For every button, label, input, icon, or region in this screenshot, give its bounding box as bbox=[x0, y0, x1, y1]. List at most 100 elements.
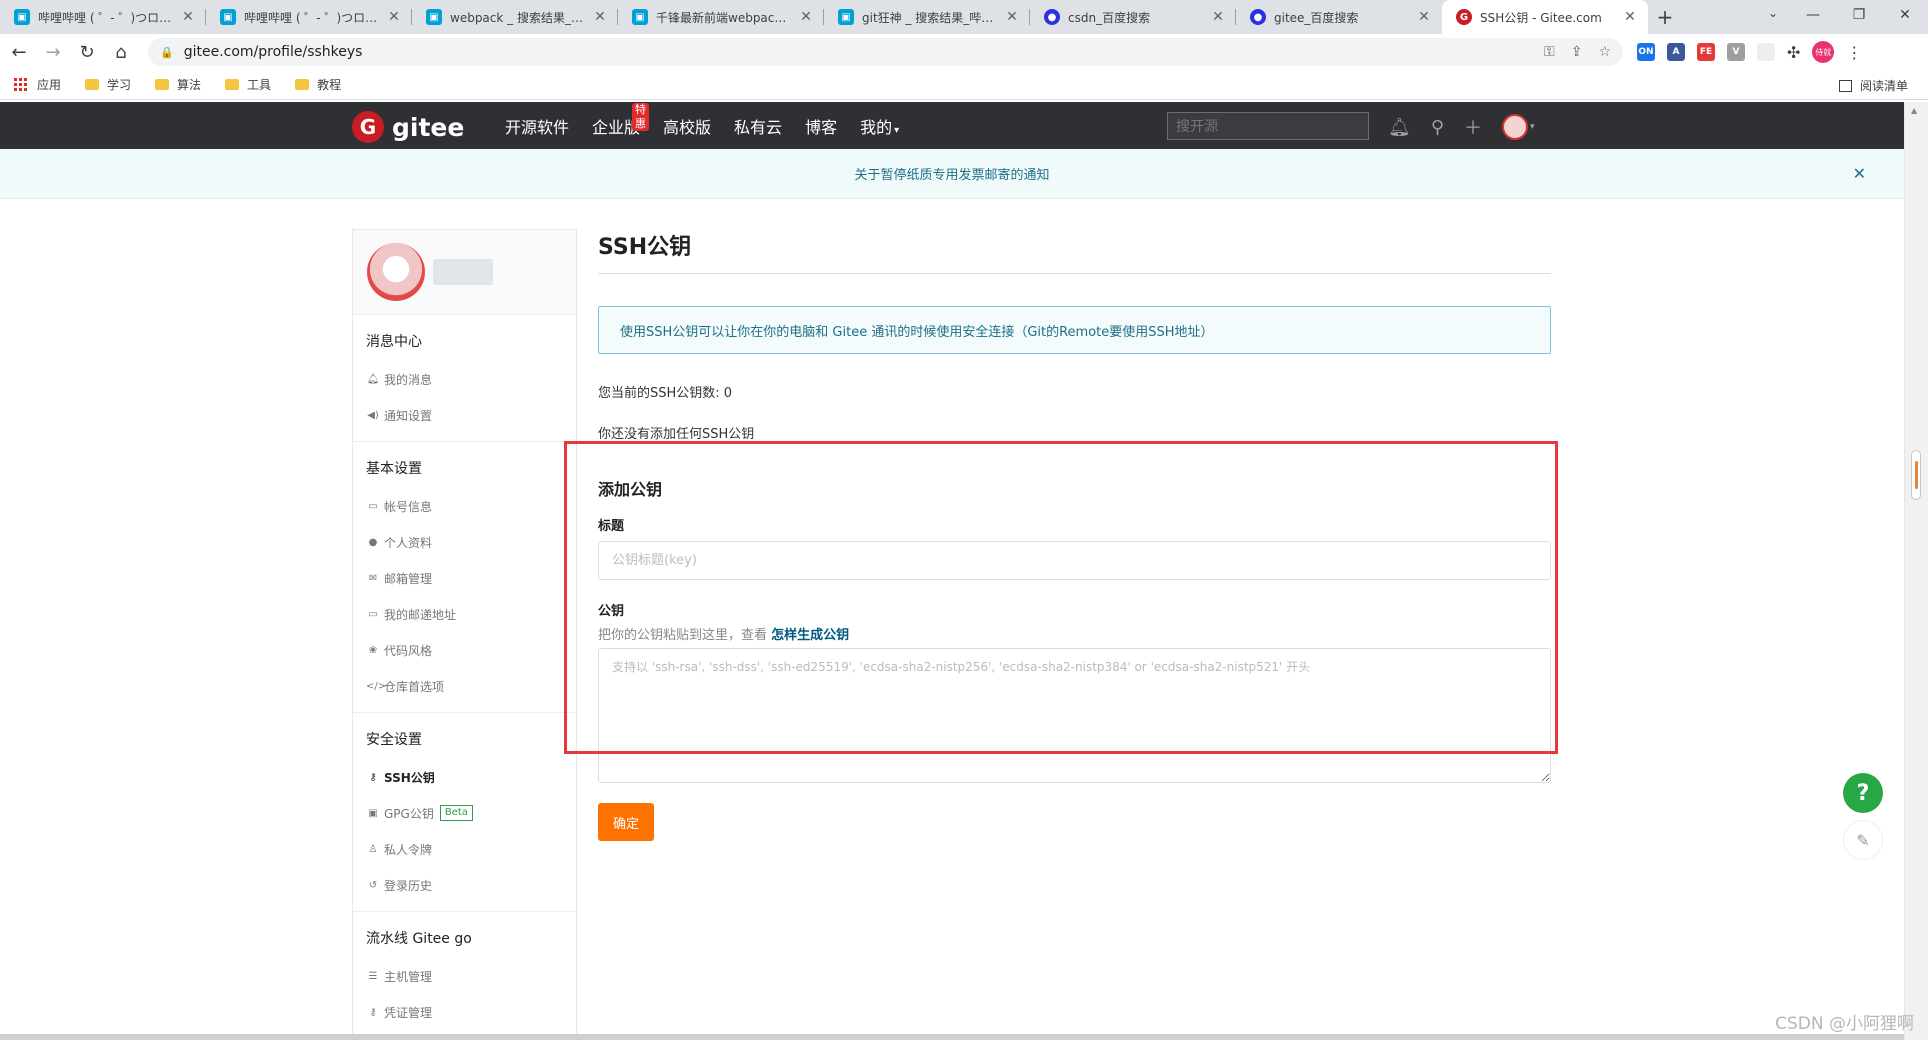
user-menu[interactable]: ▾ bbox=[1502, 114, 1535, 140]
vue-devtools-icon[interactable]: V bbox=[1727, 43, 1745, 61]
back-icon[interactable]: ← bbox=[4, 37, 34, 67]
sidebar-item-profile[interactable]: ● 个人资料 bbox=[366, 524, 576, 560]
bookmark-apps[interactable]: 应用 bbox=[14, 76, 61, 93]
translate-extension-icon[interactable]: A bbox=[1667, 43, 1685, 61]
close-tab-icon[interactable]: ✕ bbox=[1416, 9, 1432, 25]
bell-icon[interactable]: 🔔︎ bbox=[1388, 117, 1411, 138]
blank-extension-icon[interactable] bbox=[1757, 43, 1775, 61]
gitee-navbar: G gitee 开源软件 企业版特惠 高校版 私有云 博客 我的▾ 🔔︎ ⚲ ＋… bbox=[0, 102, 1904, 149]
tab-search-icon[interactable]: ⌄ bbox=[1768, 6, 1778, 20]
sidebar-heading: 安全设置 bbox=[366, 732, 422, 748]
close-tab-icon[interactable]: ✕ bbox=[1210, 9, 1226, 25]
sidebar-item-login-history[interactable]: ↺ 登录历史 bbox=[366, 867, 576, 903]
key-title-input[interactable] bbox=[598, 541, 1551, 580]
palette-icon: ❀ bbox=[368, 644, 378, 656]
close-tab-icon[interactable]: ✕ bbox=[592, 9, 608, 25]
browser-tab[interactable]: ● gitee_百度搜索 ✕ bbox=[1236, 0, 1442, 34]
home-icon[interactable]: ⌂ bbox=[106, 37, 136, 67]
key-hint: 把你的公钥粘贴到这里，查看 怎样生成公钥 bbox=[598, 628, 850, 643]
browser-tab[interactable]: ▣ 哔哩哔哩 ( ゜- ゜)つロ 干杯 ✕ bbox=[206, 0, 412, 34]
avatar[interactable] bbox=[367, 243, 425, 301]
browser-tab-active[interactable]: G SSH公钥 - Gitee.com ✕ bbox=[1442, 0, 1648, 34]
browser-tab[interactable]: ▣ git狂神 _ 搜索结果_哔哩哔 ✕ bbox=[824, 0, 1030, 34]
sidebar-item-notification-settings[interactable]: ◀) 通知设置 bbox=[366, 397, 576, 433]
share-icon[interactable]: ⇪ bbox=[1571, 44, 1583, 60]
submit-button[interactable]: 确定 bbox=[598, 803, 654, 841]
forward-icon[interactable]: → bbox=[38, 37, 68, 67]
sidebar-item-gpg-keys[interactable]: ▣ GPG公钥 Beta bbox=[366, 795, 576, 831]
add-key-heading: 添加公钥 bbox=[598, 480, 663, 499]
bookmark-folder[interactable]: 教程 bbox=[295, 76, 341, 93]
gitee-logo-icon: G bbox=[352, 111, 384, 143]
star-icon[interactable]: ☆ bbox=[1598, 44, 1611, 60]
sidebar-item-hosts[interactable]: ☰ 主机管理 bbox=[366, 958, 576, 994]
reading-list-icon bbox=[1838, 79, 1852, 92]
key-icon[interactable]: ⚿ bbox=[1544, 44, 1555, 60]
sidebar-item-my-messages[interactable]: 🔔︎ 我的消息 bbox=[366, 361, 576, 397]
browser-tab[interactable]: ▣ 哔哩哔哩 ( ゜- ゜)つロ 干杯 ✕ bbox=[0, 0, 206, 34]
ssh-keys-panel: SSH公钥 使用SSH公钥可以让你在你的电脑和 Gitee 通讯的时候使用安全连… bbox=[598, 229, 1551, 841]
scrollbar-thumb[interactable] bbox=[1911, 450, 1921, 500]
nav-open-source[interactable]: 开源软件 bbox=[505, 114, 569, 138]
nav-private-cloud[interactable]: 私有云 bbox=[734, 114, 782, 138]
sidebar-item-ssh-keys[interactable]: ⚷ SSH公钥 bbox=[366, 759, 576, 795]
address-bar: ← → ↻ ⌂ 🔒 gitee.com/profile/sshkeys ⚿ ⇪ … bbox=[0, 34, 1928, 70]
bookmark-folder[interactable]: 学习 bbox=[85, 76, 131, 93]
browser-tab[interactable]: ▣ webpack _ 搜索结果_哔哩 ✕ bbox=[412, 0, 618, 34]
plus-icon[interactable]: ＋ bbox=[1464, 114, 1482, 140]
promo-badge: 特惠 bbox=[632, 102, 650, 131]
nav-education[interactable]: 高校版 bbox=[663, 114, 711, 138]
close-tab-icon[interactable]: ✕ bbox=[798, 9, 814, 25]
reading-list[interactable]: 阅读清单 bbox=[1838, 77, 1908, 94]
folder-icon bbox=[155, 79, 170, 90]
close-window-icon[interactable]: ✕ bbox=[1882, 0, 1928, 30]
gitee-logo[interactable]: G gitee bbox=[352, 111, 464, 143]
close-tab-icon[interactable]: ✕ bbox=[1622, 9, 1638, 25]
sidebar-item-code-style[interactable]: ❀ 代码风格 bbox=[366, 632, 576, 668]
vertical-scrollbar[interactable]: ▲ bbox=[1904, 102, 1928, 1040]
caret-down-icon: ▾ bbox=[1530, 122, 1535, 132]
close-icon[interactable]: ✕ bbox=[1853, 164, 1866, 183]
bookmark-folder[interactable]: 算法 bbox=[155, 76, 201, 93]
close-tab-icon[interactable]: ✕ bbox=[180, 9, 196, 25]
close-tab-icon[interactable]: ✕ bbox=[1004, 9, 1020, 25]
search-input[interactable] bbox=[1167, 112, 1369, 140]
menu-kebab-icon[interactable]: ⋮ bbox=[1846, 43, 1862, 62]
sidebar-item-tokens[interactable]: ♙ 私人令牌 bbox=[366, 831, 576, 867]
profile-avatar[interactable]: 侍就 bbox=[1812, 41, 1835, 63]
gitee-icon: G bbox=[1456, 9, 1472, 25]
fe-extension-icon[interactable]: FE bbox=[1697, 43, 1715, 61]
lock-icon[interactable]: 🔒 bbox=[160, 46, 174, 59]
bilibili-icon: ▣ bbox=[220, 9, 236, 25]
feedback-edit-icon[interactable]: ✎ bbox=[1843, 820, 1883, 860]
url-input[interactable]: 🔒 gitee.com/profile/sshkeys ⚿ ⇪ ☆ bbox=[148, 38, 1623, 66]
location-pin-icon[interactable]: ⚲ bbox=[1431, 117, 1444, 138]
how-to-generate-link[interactable]: 怎样生成公钥 bbox=[771, 628, 849, 643]
notice-link[interactable]: 关于暂停纸质专用发票邮寄的通知 bbox=[854, 164, 1049, 183]
nav-enterprise[interactable]: 企业版 特惠 bbox=[592, 102, 650, 138]
sidebar-item-address[interactable]: ▭ 我的邮递地址 bbox=[366, 596, 576, 632]
new-tab-button[interactable]: + bbox=[1648, 0, 1682, 34]
extension-on-icon[interactable]: ON bbox=[1637, 43, 1655, 61]
user-icon: ● bbox=[368, 536, 378, 548]
nav-mine[interactable]: 我的 ▾ bbox=[860, 114, 899, 138]
sidebar-item-email[interactable]: ✉ 邮箱管理 bbox=[366, 560, 576, 596]
close-tab-icon[interactable]: ✕ bbox=[386, 9, 402, 25]
sidebar-section-pipeline: 流水线 Gitee go ☰ 主机管理 ⚷ 凭证管理 bbox=[353, 912, 576, 1038]
sidebar-item-repo-prefs[interactable]: </> 仓库首选项 bbox=[366, 668, 576, 704]
sidebar-item-credentials[interactable]: ⚷ 凭证管理 bbox=[366, 994, 576, 1030]
minimize-icon[interactable]: — bbox=[1790, 0, 1836, 30]
puzzle-icon[interactable]: ✣ bbox=[1787, 43, 1800, 62]
browser-tab[interactable]: ▣ 千锋最新前端webpack5全 ✕ bbox=[618, 0, 824, 34]
restore-icon[interactable]: ❐ bbox=[1836, 0, 1882, 30]
help-button[interactable]: ? bbox=[1843, 773, 1883, 813]
browser-tab[interactable]: ● csdn_百度搜索 ✕ bbox=[1030, 0, 1236, 34]
apps-grid-icon bbox=[14, 78, 27, 91]
public-key-textarea[interactable] bbox=[598, 648, 1551, 783]
sidebar-heading: 流水线 Gitee go bbox=[366, 931, 472, 947]
reload-icon[interactable]: ↻ bbox=[72, 37, 102, 67]
scroll-up-icon[interactable]: ▲ bbox=[1911, 106, 1917, 115]
bookmark-folder[interactable]: 工具 bbox=[225, 76, 271, 93]
nav-blog[interactable]: 博客 bbox=[805, 114, 837, 138]
sidebar-item-account[interactable]: ▭ 帐号信息 bbox=[366, 488, 576, 524]
